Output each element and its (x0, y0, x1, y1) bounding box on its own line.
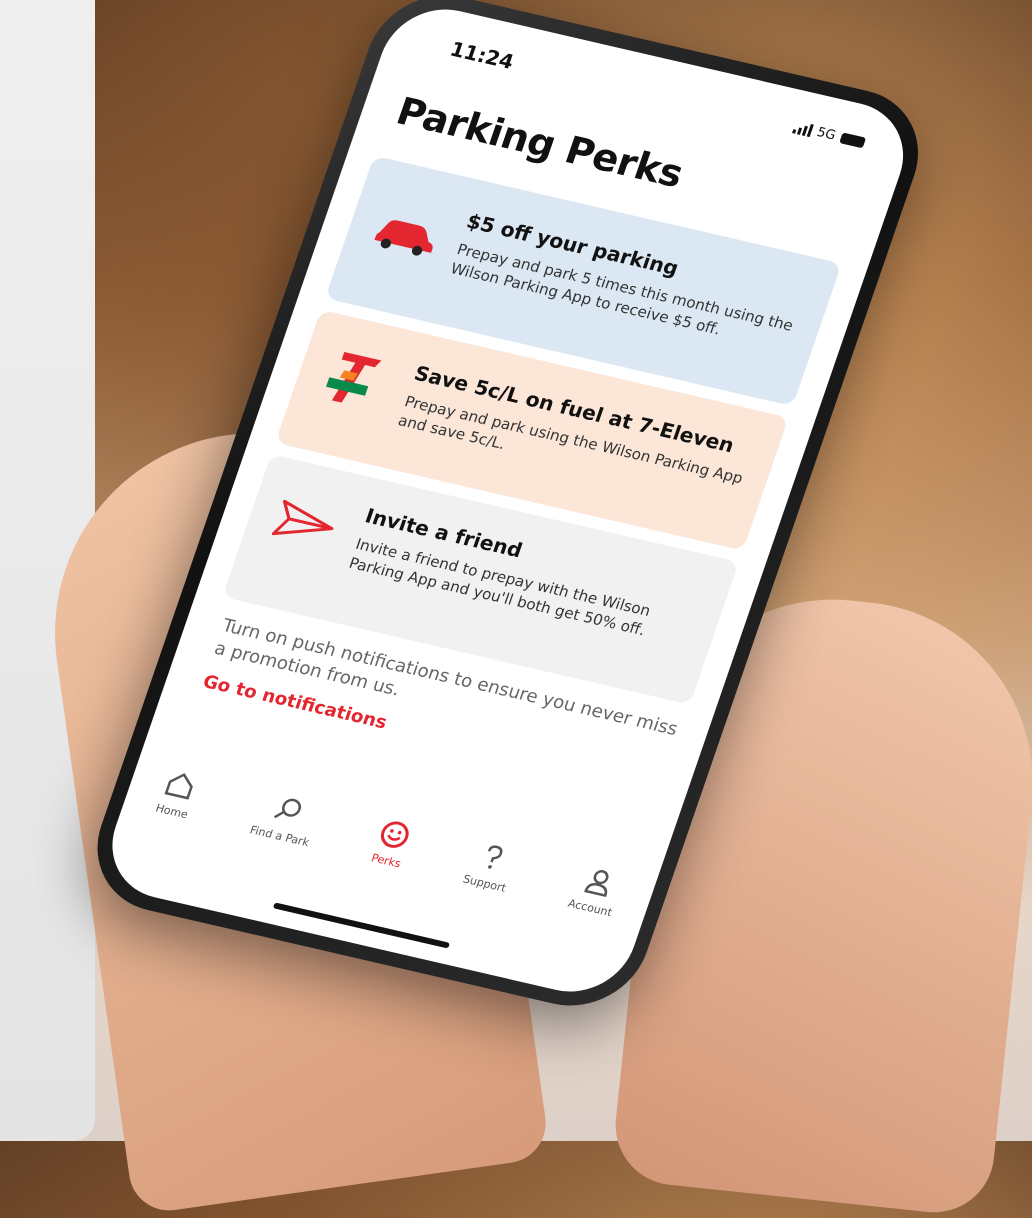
signal-icon (791, 121, 814, 138)
car-icon (374, 220, 433, 256)
tab-support[interactable]: Support (461, 838, 519, 895)
tab-account[interactable]: Account (566, 863, 625, 920)
paper-plane-icon (271, 499, 334, 536)
7-eleven-logo (326, 351, 382, 403)
search-icon (273, 798, 301, 819)
phone-screen: 11:24 5G Parking Perks $5 off your parki… (96, 0, 920, 1004)
tab-label: Account (566, 896, 614, 920)
tab-home[interactable]: Home (154, 767, 202, 821)
tab-find-a-park[interactable]: Find a Park (248, 789, 323, 849)
tab-perks[interactable]: Perks (369, 817, 414, 870)
tab-label: Perks (369, 851, 403, 871)
status-indicators: 5G (791, 120, 867, 151)
account-icon (583, 869, 609, 897)
battery-icon (839, 132, 867, 149)
network-label: 5G (814, 125, 838, 144)
tab-label: Home (153, 801, 190, 822)
tab-label: Support (461, 872, 508, 895)
status-time: 11:24 (447, 36, 518, 74)
home-icon (164, 773, 194, 800)
perk-description: Invite a friend to prepay with the Wilso… (346, 534, 653, 640)
phone: 11:24 5G Parking Perks $5 off your parki… (77, 0, 938, 1020)
question-icon (488, 845, 503, 869)
tab-label: Find a Park (248, 823, 311, 850)
smiley-icon (381, 821, 409, 848)
